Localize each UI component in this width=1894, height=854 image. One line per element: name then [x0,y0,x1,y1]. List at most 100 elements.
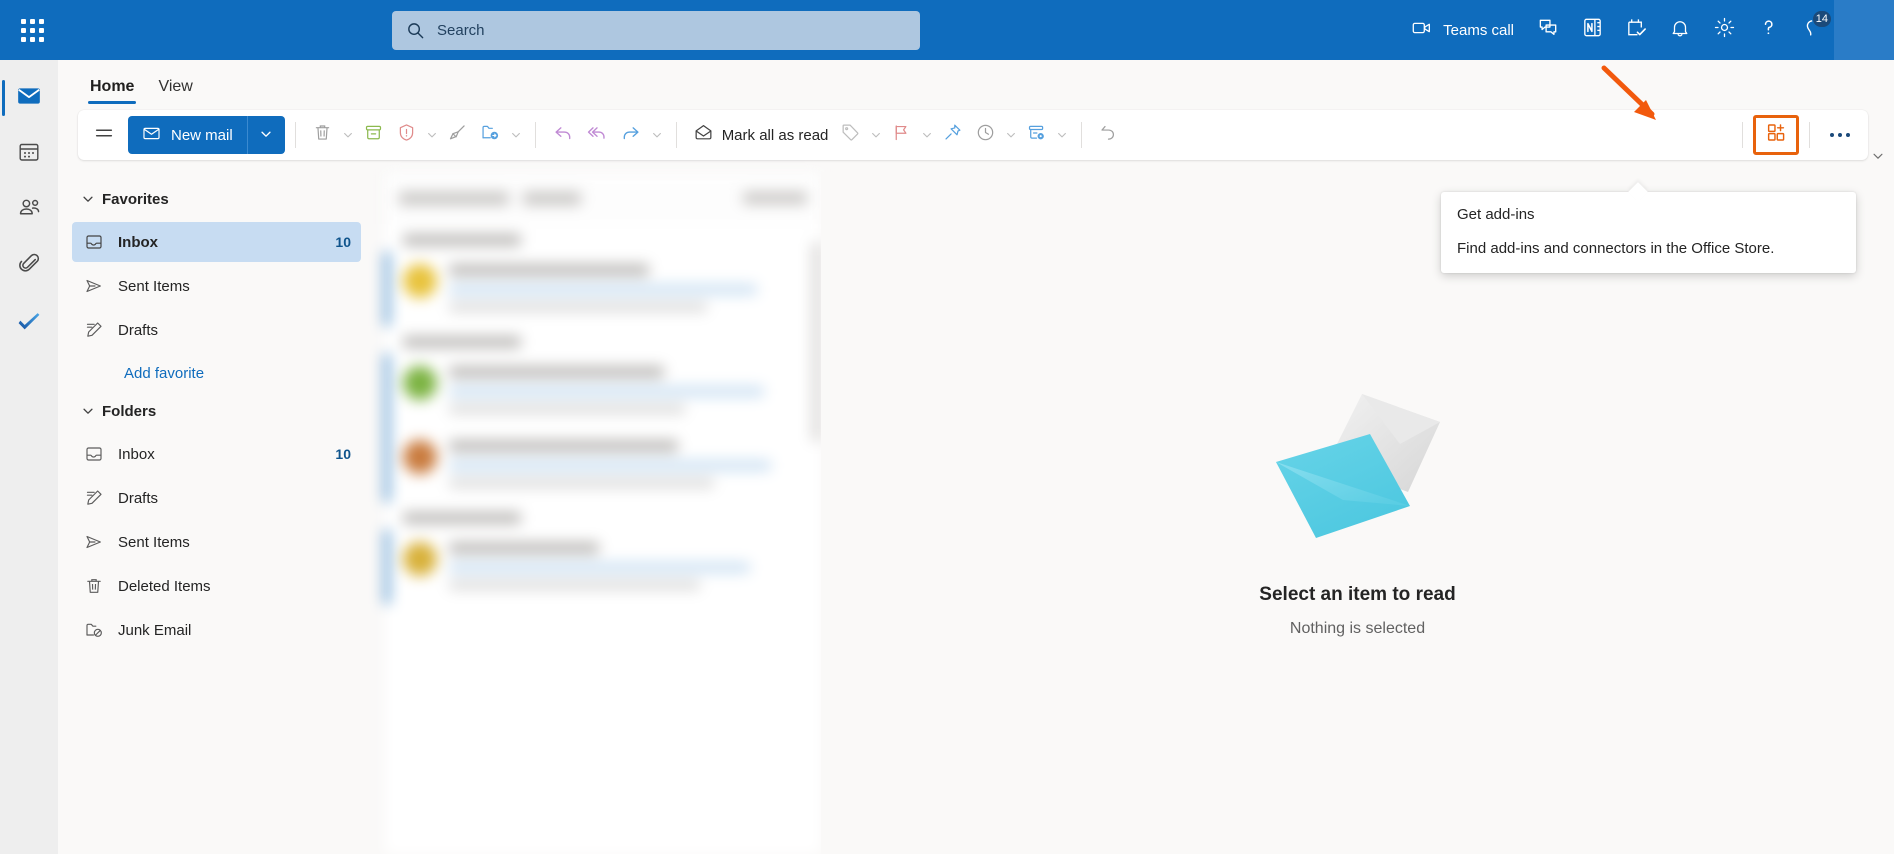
pin-button[interactable] [936,116,969,154]
move-to-dropdown[interactable] [507,116,525,154]
search-box[interactable] [392,11,920,50]
folder-item-folders-sent[interactable]: Sent Items [72,522,361,562]
forward-button[interactable] [614,116,648,154]
app-launcher-button[interactable] [8,6,56,54]
sweep-button[interactable] [441,116,474,154]
message-list-sort [523,191,581,205]
folder-item-favorites-drafts[interactable]: Drafts [72,310,361,350]
inbox-icon [84,444,118,464]
rules-dropdown[interactable] [1053,116,1071,154]
undo-button[interactable] [1092,116,1125,154]
tooltip-title: Get add-ins [1457,206,1535,223]
mark-all-as-read-button[interactable]: Mark all as read [687,116,835,154]
mail-icon [16,83,42,114]
archive-icon [363,122,384,148]
categorize-button[interactable] [834,116,867,154]
message-list-filter [399,191,509,205]
rail-item-todo[interactable] [0,294,58,350]
notifications-button[interactable] [1658,6,1702,54]
more-commands-button[interactable] [1820,116,1860,154]
folder-item-favorites-inbox[interactable]: Inbox 10 [72,222,361,262]
ribbon-divider [534,122,536,148]
teams-call-button[interactable]: Teams call [1399,6,1526,54]
message-list-item[interactable] [385,530,821,604]
forward-dropdown[interactable] [648,116,666,154]
trash-icon [312,122,333,148]
drafts-pencil-icon [84,488,118,508]
teams-call-label: Teams call [1443,21,1514,39]
app-launcher-icon [20,18,44,42]
reply-arrow-icon [552,122,574,149]
help-button[interactable] [1746,6,1790,54]
reply-all-button[interactable] [580,116,614,154]
new-mail-button[interactable]: New mail [128,116,247,154]
message-list-item[interactable] [385,252,821,326]
flag-icon [891,122,912,148]
avatar [403,264,437,298]
message-list-date-header [385,502,821,530]
chat-button[interactable] [1526,6,1570,54]
new-mail-dropdown-button[interactable] [246,116,285,154]
ribbon-expand-button[interactable] [1868,146,1888,166]
notifications-bell-icon [1669,17,1691,44]
user-avatar[interactable] [1834,0,1894,60]
search-input[interactable] [437,22,906,39]
folder-item-label: Sent Items [118,533,190,551]
folder-group-favorites-header[interactable]: Favorites [58,180,385,218]
move-to-folder-icon [480,122,501,148]
reading-pane: Select an item to read Nothing is select… [821,172,1894,854]
message-list-header [385,172,821,224]
message-list-meta [743,192,807,204]
video-camera-icon [1411,17,1433,44]
snooze-button[interactable] [969,116,1002,154]
rail-item-mail[interactable] [0,70,58,126]
hamburger-menu-button[interactable] [86,117,122,153]
delete-button[interactable] [306,116,339,154]
rail-item-calendar[interactable] [0,126,58,182]
folder-item-folders-inbox[interactable]: Inbox 10 [72,434,361,474]
reply-button[interactable] [546,116,580,154]
settings-button[interactable] [1702,6,1746,54]
open-envelope-icon [693,122,714,148]
folder-item-folders-drafts[interactable]: Drafts [72,478,361,518]
chevron-down-icon [872,132,881,138]
folder-item-favorites-sent[interactable]: Sent Items [72,266,361,306]
message-list-date-header [385,326,821,354]
top-bar-actions: Teams call 14 [1399,0,1894,60]
ribbon-divider [294,122,296,148]
get-add-ins-button[interactable] [1753,115,1799,155]
flag-dropdown[interactable] [918,116,936,154]
report-button[interactable] [390,116,423,154]
add-favorite-link[interactable]: Add favorite [124,354,385,392]
tasks-button[interactable] [1614,6,1658,54]
rail-item-people[interactable] [0,182,58,238]
onenote-button[interactable] [1570,6,1614,54]
clock-icon [975,122,996,148]
folder-item-folders-junk[interactable]: Junk Email [72,610,361,650]
sent-icon [84,276,118,296]
delete-dropdown[interactable] [339,116,357,154]
move-to-button[interactable] [474,116,507,154]
categorize-dropdown[interactable] [867,116,885,154]
folder-item-folders-deleted[interactable]: Deleted Items [72,566,361,606]
folder-item-label: Inbox [118,233,158,251]
message-list-item[interactable] [385,428,821,502]
flag-button[interactable] [885,116,918,154]
message-list-item[interactable] [385,354,821,428]
report-dropdown[interactable] [423,116,441,154]
chat-icon [1537,16,1560,44]
message-list[interactable] [385,172,821,854]
archive-button[interactable] [357,116,390,154]
search-icon [406,21,425,40]
rail-item-files[interactable] [0,238,58,294]
message-list-scrollbar[interactable] [813,242,819,442]
rules-button[interactable] [1020,116,1053,154]
snooze-dropdown[interactable] [1002,116,1020,154]
mark-all-as-read-label: Mark all as read [721,126,829,144]
tab-home[interactable]: Home [78,78,146,104]
search-container [392,11,920,50]
tab-view[interactable]: View [146,78,204,104]
diagnostics-button[interactable]: 14 [1790,6,1834,54]
folder-group-folders-header[interactable]: Folders [58,392,385,430]
trash-icon [84,576,118,596]
